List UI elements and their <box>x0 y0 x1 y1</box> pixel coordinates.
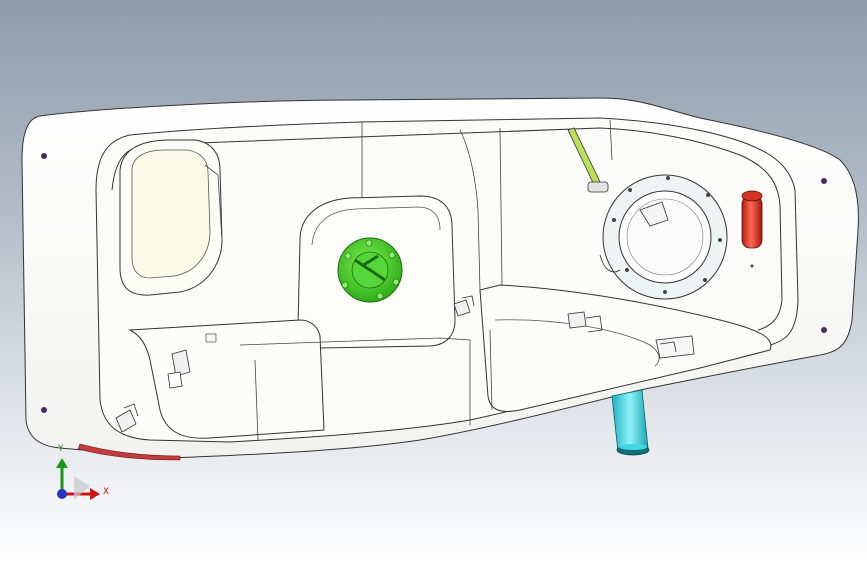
cad-graphics-area[interactable]: X Y <box>0 0 867 562</box>
fill-neck-tube[interactable] <box>611 389 650 456</box>
y-axis-head <box>56 458 68 468</box>
mount-hole-4 <box>821 327 827 333</box>
mount-hole-1 <box>41 153 47 159</box>
mount-hole-2 <box>41 407 47 413</box>
small-boss <box>205 333 217 343</box>
x-axis-label: X <box>103 487 110 497</box>
vent-tube[interactable] <box>741 190 763 249</box>
mount-hole-5 <box>750 264 754 268</box>
left-pocket-inner <box>131 149 211 279</box>
axis-triad <box>56 458 100 500</box>
triad-shadow <box>74 476 90 500</box>
fuel-tank-model[interactable] <box>0 0 867 562</box>
mount-hole-3 <box>821 178 827 184</box>
fuel-pump-flange[interactable] <box>337 237 403 303</box>
y-axis-label: Y <box>58 444 64 454</box>
x-axis-head <box>90 488 100 500</box>
z-axis-origin <box>57 489 67 499</box>
mounting-clip-3[interactable] <box>655 335 695 359</box>
